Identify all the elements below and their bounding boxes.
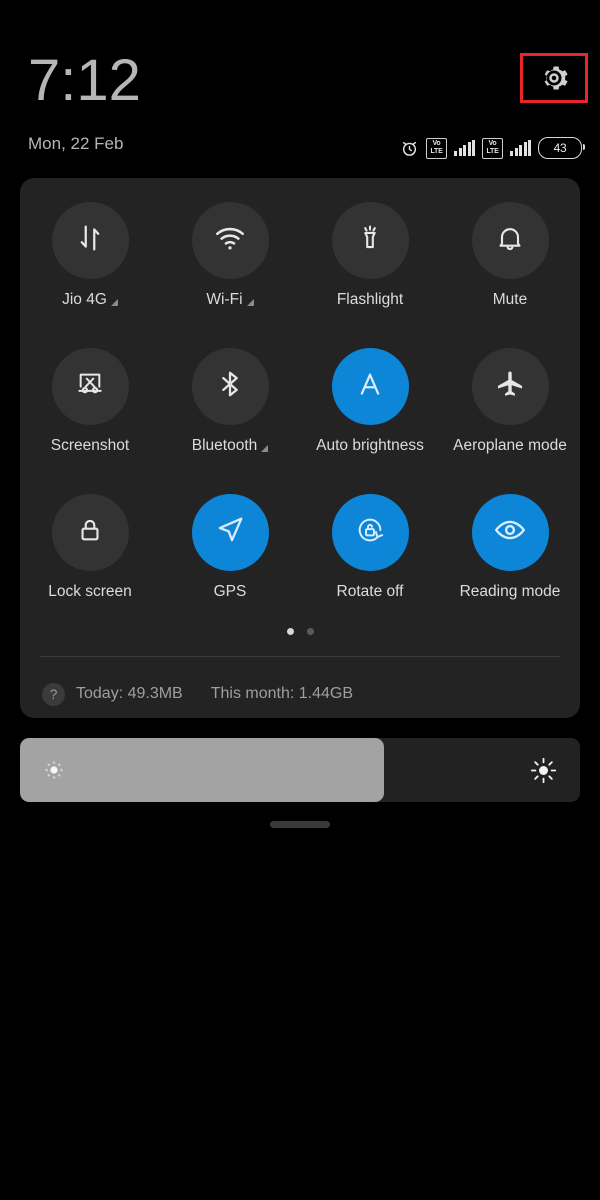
tile-mute-circle[interactable] [471, 202, 549, 279]
tile-rotate-off-circle[interactable] [331, 494, 409, 571]
chevron-expand-icon[interactable] [246, 299, 254, 306]
tile-rotate-off-label-row: Rotate off [337, 583, 404, 601]
page-dot-1[interactable] [286, 628, 294, 635]
tile-bluetooth-circle[interactable] [191, 348, 269, 425]
mobile-data-icon [73, 221, 107, 260]
page-dot-2[interactable] [306, 628, 314, 635]
tile-label: Lock screen [48, 583, 132, 600]
signal-sim2-icon [510, 140, 531, 156]
tile-label: Auto brightness [316, 437, 424, 454]
wifi-icon [212, 220, 248, 261]
gear-icon[interactable] [539, 63, 569, 93]
tile-label: Mute [492, 291, 528, 308]
chevron-expand-icon[interactable] [261, 445, 269, 452]
tile-gps-circle[interactable] [191, 494, 269, 571]
tile-reading-mode-circle[interactable] [471, 494, 549, 571]
tile-screenshot-circle[interactable] [51, 348, 129, 425]
brightness-high-icon [529, 756, 558, 790]
airplane-icon [493, 367, 527, 406]
tile-auto-brightness[interactable]: Auto brightness [300, 348, 440, 494]
tile-label: Bluetooth [191, 437, 258, 454]
tile-auto-brightness-label-row: Auto brightness [316, 437, 424, 455]
brightness-slider-fill[interactable] [20, 738, 384, 802]
volte-sim1-icon: Vo LTE [426, 137, 447, 159]
tile-label: Flashlight [336, 291, 404, 308]
tile-aeroplane-mode-circle[interactable] [471, 348, 549, 425]
tile-flashlight-circle[interactable] [331, 202, 409, 279]
tile-aeroplane-mode-label-row: Aeroplane mode [453, 437, 567, 455]
screenshot-icon [74, 368, 106, 405]
auto-brightness-icon [352, 366, 388, 407]
eye-icon [492, 512, 528, 553]
tile-aeroplane-mode[interactable]: Aeroplane mode [440, 348, 580, 494]
page-indicator [20, 628, 580, 635]
signal-sim1-icon [454, 140, 475, 156]
lockscreen-date: Mon, 22 Feb [28, 134, 124, 153]
tile-wifi-label-row: Wi-Fi [206, 291, 254, 309]
panel-divider [40, 656, 560, 657]
flashlight-icon [354, 222, 386, 259]
tile-screenshot-label-row: Screenshot [51, 437, 129, 455]
status-icon-tray: Vo LTE Vo LTE 43 [400, 135, 585, 161]
tile-gps-label-row: GPS [214, 583, 247, 601]
tile-label: GPS [213, 583, 247, 600]
lock-icon [74, 514, 106, 551]
tile-screenshot[interactable]: Screenshot [20, 348, 160, 494]
settings-button-highlight[interactable] [520, 53, 588, 103]
tile-wifi[interactable]: Wi-Fi [160, 202, 300, 348]
tile-label: Screenshot [50, 437, 130, 454]
tile-mobile-data-circle[interactable] [51, 202, 129, 279]
tile-lock-screen[interactable]: Lock screen [20, 494, 160, 640]
drag-handle[interactable] [270, 821, 330, 828]
quick-settings-panel: Jio 4G Wi-Fi Flashlight Mute Screenshot … [20, 178, 580, 718]
tile-mute-label-row: Mute [493, 291, 527, 309]
tile-wifi-circle[interactable] [191, 202, 269, 279]
tile-rotate-off[interactable]: Rotate off [300, 494, 440, 640]
brightness-slider[interactable] [20, 738, 580, 802]
data-usage-today: Today: 49.3MB [76, 685, 183, 702]
tile-reading-mode[interactable]: Reading mode [440, 494, 580, 640]
tile-mobile-data-label-row: Jio 4G [62, 291, 118, 309]
location-arrow-icon [213, 513, 247, 552]
tile-label: Jio 4G [62, 291, 107, 308]
lockscreen-clock: 7:12 [28, 48, 141, 113]
tile-lock-screen-circle[interactable] [51, 494, 129, 571]
quick-settings-tile-grid: Jio 4G Wi-Fi Flashlight Mute Screenshot … [20, 202, 580, 640]
chevron-expand-icon[interactable] [110, 299, 118, 306]
data-usage-month: This month: 1.44GB [210, 685, 354, 702]
tile-label: Aeroplane mode [453, 437, 567, 454]
tile-reading-mode-label-row: Reading mode [460, 583, 561, 601]
tile-gps[interactable]: GPS [160, 494, 300, 640]
tile-bluetooth[interactable]: Bluetooth [160, 348, 300, 494]
help-icon[interactable]: ? [42, 682, 65, 706]
data-usage-row[interactable]: ? Today: 49.3MB This month: 1.44GB [42, 674, 353, 714]
volte-sim2-icon: Vo LTE [482, 137, 503, 159]
tile-flashlight[interactable]: Flashlight [300, 202, 440, 348]
tile-label: Wi-Fi [206, 291, 243, 308]
tile-mobile-data[interactable]: Jio 4G [20, 202, 160, 348]
bell-icon [494, 222, 526, 259]
tile-auto-brightness-circle[interactable] [331, 348, 409, 425]
battery-icon: 43 [538, 137, 585, 159]
tile-bluetooth-label-row: Bluetooth [192, 437, 269, 455]
status-bar: 7:12 Mon, 22 Feb Vo LTE Vo LTE 43 [0, 0, 600, 178]
tile-mute[interactable]: Mute [440, 202, 580, 348]
rotation-lock-icon [353, 513, 387, 552]
alarm-icon [400, 139, 419, 158]
brightness-low-icon [42, 758, 66, 787]
tile-label: Rotate off [336, 583, 404, 600]
tile-lock-screen-label-row: Lock screen [48, 583, 132, 601]
battery-level-label: 43 [553, 141, 567, 155]
tile-flashlight-label-row: Flashlight [337, 291, 403, 309]
bluetooth-icon [214, 368, 246, 405]
tile-label: Reading mode [459, 583, 561, 600]
